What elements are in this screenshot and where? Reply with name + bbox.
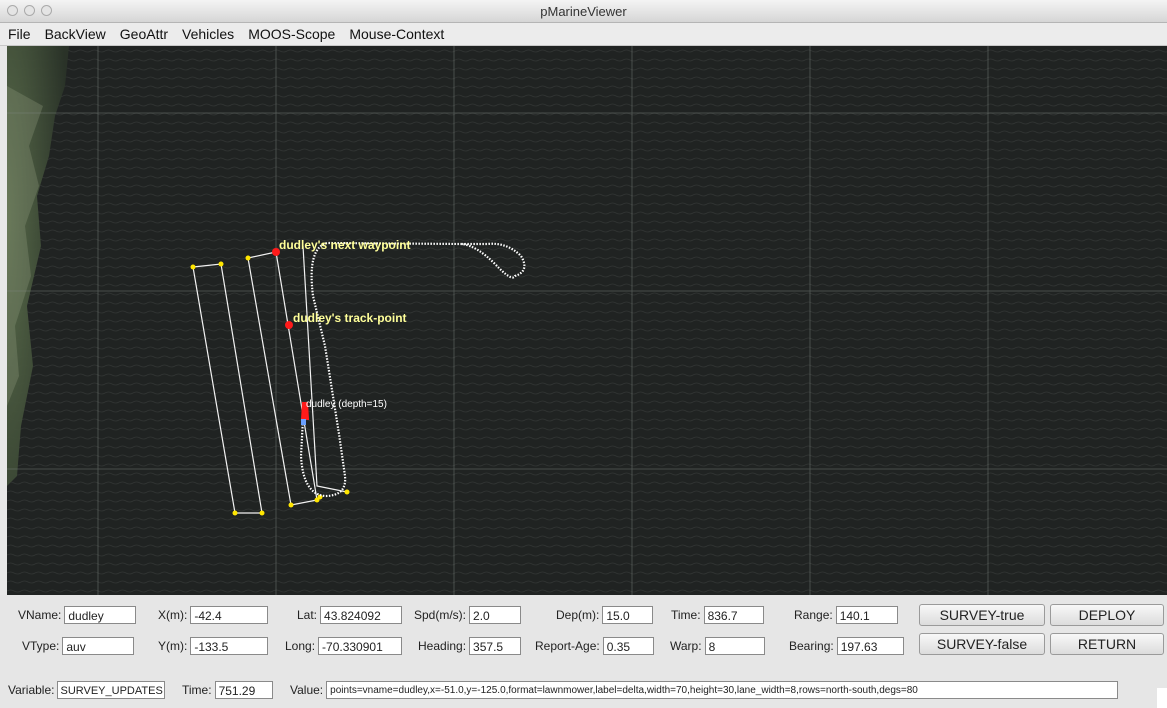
deploy-button[interactable]: DEPLOY — [1050, 604, 1164, 626]
long-input[interactable]: -70.330901 — [318, 637, 403, 655]
lat-field: Lat: 43.824092 — [297, 605, 403, 625]
spd-field: Spd(m/s): 2.0 — [414, 605, 522, 625]
heading-input[interactable]: 357.5 — [469, 637, 522, 655]
vtype-input[interactable]: auv — [62, 637, 135, 655]
scope-variable-field: Variable: SURVEY_UPDATES — [8, 680, 166, 700]
dep-field: Dep(m): 15.0 — [556, 605, 654, 625]
report-age-field: Report-Age: 0.35 — [535, 636, 654, 656]
menu-moos-scope[interactable]: MOOS-Scope — [241, 26, 342, 42]
warp-input[interactable]: 8 — [704, 637, 765, 655]
range-field: Range: 140.1 — [794, 605, 898, 625]
menu-geoattr[interactable]: GeoAttr — [113, 26, 175, 42]
menu-backview[interactable]: BackView — [38, 26, 113, 42]
dep-input[interactable]: 15.0 — [602, 606, 654, 624]
window-title: pMarineViewer — [540, 4, 627, 19]
vtype-field: VType: auv — [22, 636, 135, 656]
warp-field: Warp: 8 — [670, 636, 765, 656]
heading-field: Heading: 357.5 — [418, 636, 522, 656]
lat-input[interactable]: 43.824092 — [320, 606, 403, 624]
long-field: Long: -70.330901 — [285, 636, 403, 656]
resize-corner[interactable] — [1157, 688, 1167, 708]
label-next-waypoint: dudley's next waypoint — [279, 238, 411, 252]
map-view[interactable]: dudley's next waypoint dudley's track-po… — [7, 46, 1167, 595]
survey-true-button[interactable]: SURVEY-true — [919, 604, 1045, 626]
water-texture — [7, 46, 1167, 595]
spd-input[interactable]: 2.0 — [469, 606, 522, 624]
vname-input[interactable]: dudley — [64, 606, 137, 624]
label-vehicle: dudley (depth=15) — [306, 399, 387, 410]
menu-file[interactable]: File — [0, 26, 38, 42]
track-point-marker — [285, 321, 293, 329]
time-input[interactable]: 836.7 — [703, 606, 764, 624]
range-input[interactable]: 140.1 — [835, 606, 898, 624]
bearing-field: Bearing: 197.63 — [789, 636, 904, 656]
vehicle-tail — [301, 419, 306, 425]
survey-false-button[interactable]: SURVEY-false — [919, 633, 1045, 655]
y-input[interactable]: -133.5 — [190, 637, 269, 655]
scope-value-input[interactable]: points=vname=dudley,x=-51.0,y=-125.0,for… — [326, 681, 1119, 699]
scope-value-field: Value: points=vname=dudley,x=-51.0,y=-12… — [290, 680, 1119, 700]
label-track-point: dudley's track-point — [293, 311, 407, 325]
title-bar: pMarineViewer — [0, 0, 1167, 23]
menu-mouse-context[interactable]: Mouse-Context — [342, 26, 451, 42]
report-age-input[interactable]: 0.35 — [602, 637, 654, 655]
time-field: Time: 836.7 — [671, 605, 764, 625]
x-field: X(m): -42.4 — [158, 605, 269, 625]
return-button[interactable]: RETURN — [1050, 633, 1164, 655]
info-panel: VName: dudley X(m): -42.4 Lat: 43.824092… — [0, 595, 1167, 708]
menu-bar: File BackView GeoAttr Vehicles MOOS-Scop… — [0, 23, 1167, 46]
menu-vehicles[interactable]: Vehicles — [175, 26, 241, 42]
bearing-input[interactable]: 197.63 — [836, 637, 904, 655]
x-input[interactable]: -42.4 — [190, 606, 269, 624]
y-field: Y(m): -133.5 — [158, 636, 269, 656]
scope-time-input[interactable]: 751.29 — [214, 681, 273, 699]
scope-variable-input[interactable]: SURVEY_UPDATES — [57, 681, 166, 699]
vname-field: VName: dudley — [18, 605, 137, 625]
map-canvas: dudley's next waypoint dudley's track-po… — [7, 46, 1167, 595]
scope-time-field: Time: 751.29 — [182, 680, 273, 700]
